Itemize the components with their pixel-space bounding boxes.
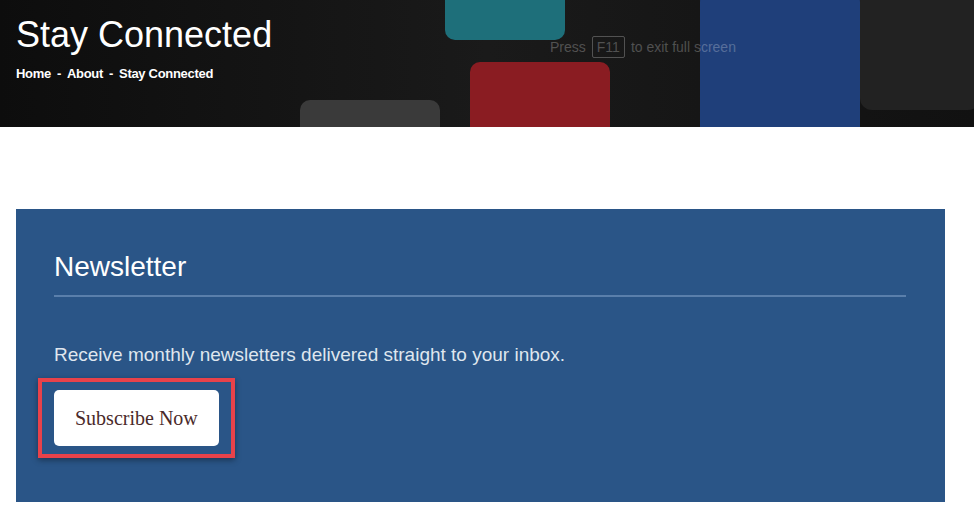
breadcrumb-separator: - <box>57 64 61 84</box>
subscribe-button[interactable]: Subscribe Now <box>54 390 219 446</box>
newsletter-heading: Newsletter <box>54 249 906 297</box>
page-title: Stay Connected <box>16 12 974 58</box>
breadcrumb-item[interactable]: Home <box>16 64 51 84</box>
breadcrumb-separator: - <box>109 64 113 84</box>
newsletter-panel: Newsletter Receive monthly newsletters de… <box>16 209 945 502</box>
newsletter-description: Receive monthly newsletters delivered st… <box>54 342 906 368</box>
keycap-shape <box>860 0 974 110</box>
keycap-shape <box>300 100 440 127</box>
fullscreen-hint: PressF11to exit full screen <box>550 36 736 58</box>
breadcrumb-item[interactable]: Stay Connected <box>119 64 213 84</box>
page-banner: PressF11to exit full screenStay Connecte… <box>0 0 974 127</box>
breadcrumb-item[interactable]: About <box>67 64 103 84</box>
key-badge: F11 <box>592 36 625 58</box>
keycap-shape <box>445 0 565 40</box>
keycap-shape <box>700 0 860 127</box>
keycap-shape <box>470 62 610 127</box>
highlight-box <box>38 378 235 458</box>
breadcrumb: Home-About-Stay Connected <box>16 64 974 84</box>
